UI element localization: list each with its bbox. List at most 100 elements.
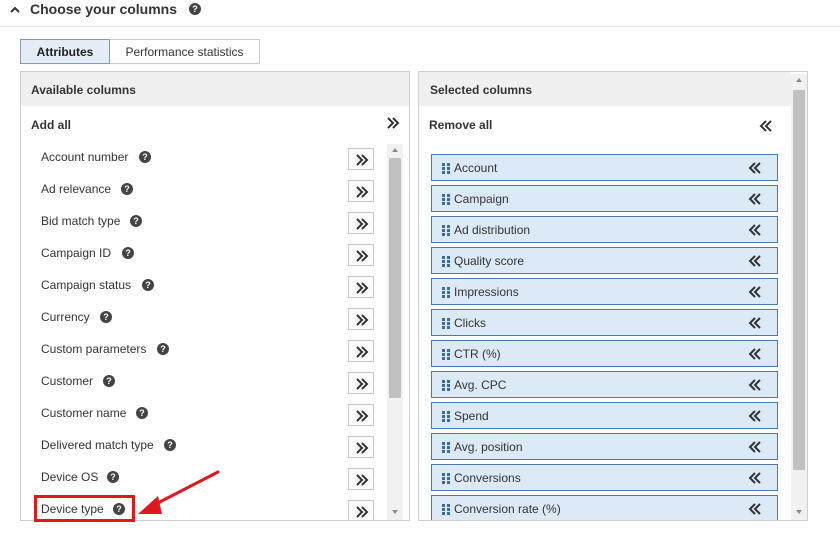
add-column-button[interactable] bbox=[348, 340, 374, 362]
column-label: Customer name bbox=[41, 406, 127, 420]
column-label: Delivered match type bbox=[41, 438, 154, 452]
remove-all-link[interactable]: Remove all bbox=[429, 118, 492, 132]
selected-item-quality-score[interactable]: Quality score bbox=[431, 247, 778, 274]
tab-performance-statistics[interactable]: Performance statistics bbox=[110, 39, 260, 64]
help-icon[interactable]: ? bbox=[121, 183, 133, 195]
help-icon[interactable]: ? bbox=[139, 151, 151, 163]
double-chevron-left-icon[interactable] bbox=[748, 162, 762, 174]
add-column-button[interactable] bbox=[348, 404, 374, 426]
column-label: Avg. position bbox=[454, 440, 523, 454]
double-chevron-left-icon[interactable] bbox=[748, 255, 762, 267]
selected-item-account[interactable]: Account bbox=[431, 154, 778, 181]
column-label: Currency bbox=[41, 310, 90, 324]
selected-item-ctr[interactable]: CTR (%) bbox=[431, 340, 778, 367]
selected-item-impressions[interactable]: Impressions bbox=[431, 278, 778, 305]
drag-handle-icon[interactable] bbox=[442, 163, 450, 174]
add-all-link[interactable]: Add all bbox=[31, 118, 71, 132]
list-item-custom-parameters: Custom parameters ? bbox=[21, 334, 389, 366]
column-label: Conversion rate (%) bbox=[454, 502, 561, 516]
selected-item-clicks[interactable]: Clicks bbox=[431, 309, 778, 336]
double-chevron-left-icon[interactable] bbox=[759, 120, 773, 132]
section-title: Choose your columns bbox=[30, 1, 178, 17]
drag-handle-icon[interactable] bbox=[442, 194, 450, 205]
scrollbar-thumb[interactable] bbox=[793, 90, 805, 470]
help-icon[interactable]: ? bbox=[103, 375, 115, 387]
help-icon[interactable]: ? bbox=[164, 439, 176, 451]
list-item-delivered-match-type: Delivered match type ? bbox=[21, 430, 389, 462]
help-icon[interactable]: ? bbox=[122, 247, 134, 259]
selected-item-spend[interactable]: Spend bbox=[431, 402, 778, 429]
section-header: Choose your columns ? bbox=[0, 0, 840, 27]
column-label: Conversions bbox=[454, 471, 521, 485]
list-item-account-number: Account number ? bbox=[21, 142, 389, 174]
help-icon[interactable]: ? bbox=[189, 3, 201, 15]
drag-handle-icon[interactable] bbox=[442, 504, 450, 515]
double-chevron-right-icon bbox=[356, 474, 369, 486]
selected-columns-list: Account Campaign Ad distribution Quality… bbox=[419, 152, 791, 520]
double-chevron-left-icon[interactable] bbox=[748, 348, 762, 360]
drag-handle-icon[interactable] bbox=[442, 442, 450, 453]
scroll-down-arrow[interactable] bbox=[392, 510, 398, 514]
help-icon[interactable]: ? bbox=[157, 343, 169, 355]
add-column-button[interactable] bbox=[348, 180, 374, 202]
selected-item-campaign[interactable]: Campaign bbox=[431, 185, 778, 212]
double-chevron-left-icon[interactable] bbox=[748, 379, 762, 391]
double-chevron-left-icon[interactable] bbox=[748, 224, 762, 236]
help-icon[interactable]: ? bbox=[100, 311, 112, 323]
scroll-up-arrow[interactable] bbox=[392, 148, 398, 152]
help-icon[interactable]: ? bbox=[142, 279, 154, 291]
list-item-customer-name: Customer name ? bbox=[21, 398, 389, 430]
drag-handle-icon[interactable] bbox=[442, 225, 450, 236]
help-icon[interactable]: ? bbox=[136, 407, 148, 419]
column-label: Ad distribution bbox=[454, 223, 531, 237]
add-column-button[interactable] bbox=[348, 500, 374, 520]
double-chevron-left-icon[interactable] bbox=[748, 193, 762, 205]
add-column-button[interactable] bbox=[348, 148, 374, 170]
add-column-button[interactable] bbox=[348, 468, 374, 490]
column-label: Account number bbox=[41, 150, 129, 164]
available-scrollbar[interactable] bbox=[387, 144, 403, 520]
scrollbar-thumb[interactable] bbox=[389, 158, 401, 398]
double-chevron-left-icon[interactable] bbox=[748, 317, 762, 329]
double-chevron-right-icon[interactable] bbox=[386, 117, 400, 129]
list-item-customer: Customer ? bbox=[21, 366, 389, 398]
add-column-button[interactable] bbox=[348, 276, 374, 298]
selected-item-avg-position[interactable]: Avg. position bbox=[431, 433, 778, 460]
scroll-up-arrow[interactable] bbox=[796, 78, 802, 82]
help-icon[interactable]: ? bbox=[130, 215, 142, 227]
double-chevron-left-icon[interactable] bbox=[748, 503, 762, 515]
drag-handle-icon[interactable] bbox=[442, 411, 450, 422]
add-column-button[interactable] bbox=[348, 244, 374, 266]
double-chevron-right-icon bbox=[356, 442, 369, 454]
selected-columns-header: Selected columns bbox=[419, 72, 791, 106]
selected-item-conversion-rate[interactable]: Conversion rate (%) bbox=[431, 495, 778, 520]
scroll-down-arrow[interactable] bbox=[796, 510, 802, 514]
add-column-button[interactable] bbox=[348, 436, 374, 458]
double-chevron-left-icon[interactable] bbox=[748, 441, 762, 453]
add-column-button[interactable] bbox=[348, 212, 374, 234]
drag-handle-icon[interactable] bbox=[442, 318, 450, 329]
double-chevron-right-icon bbox=[356, 250, 369, 262]
double-chevron-left-icon[interactable] bbox=[748, 286, 762, 298]
help-icon[interactable]: ? bbox=[107, 471, 119, 483]
drag-handle-icon[interactable] bbox=[442, 473, 450, 484]
add-column-button[interactable] bbox=[348, 308, 374, 330]
tab-attributes[interactable]: Attributes bbox=[20, 39, 110, 64]
selected-item-ad-distribution[interactable]: Ad distribution bbox=[431, 216, 778, 243]
list-item-currency: Currency ? bbox=[21, 302, 389, 334]
drag-handle-icon[interactable] bbox=[442, 380, 450, 391]
selected-columns-title: Selected columns bbox=[430, 83, 533, 97]
selected-item-conversions[interactable]: Conversions bbox=[431, 464, 778, 491]
selected-item-avg-cpc[interactable]: Avg. CPC bbox=[431, 371, 778, 398]
drag-handle-icon[interactable] bbox=[442, 349, 450, 360]
available-columns-title: Available columns bbox=[31, 83, 136, 97]
double-chevron-left-icon[interactable] bbox=[748, 472, 762, 484]
double-chevron-right-icon bbox=[356, 410, 369, 422]
drag-handle-icon[interactable] bbox=[442, 287, 450, 298]
chevron-up-icon[interactable] bbox=[9, 4, 21, 16]
add-column-button[interactable] bbox=[348, 372, 374, 394]
selected-scrollbar[interactable] bbox=[791, 74, 807, 520]
drag-handle-icon[interactable] bbox=[442, 256, 450, 267]
selected-columns-panel: Selected columns Remove all Account Camp… bbox=[418, 71, 808, 521]
double-chevron-left-icon[interactable] bbox=[748, 410, 762, 422]
